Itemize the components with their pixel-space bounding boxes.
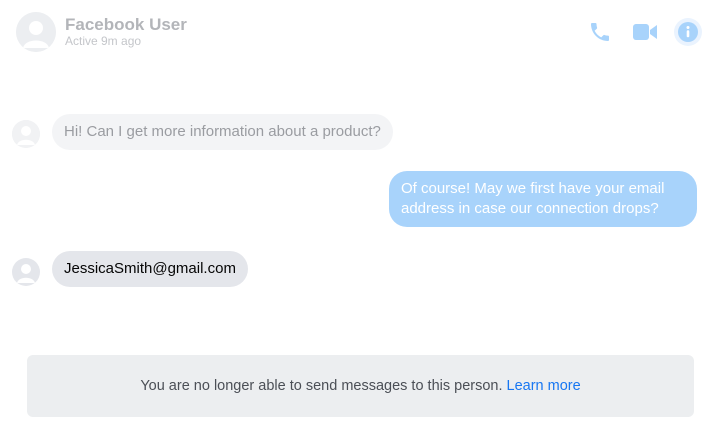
active-status: Active 9m ago <box>65 34 142 48</box>
learn-more-link[interactable]: Learn more <box>507 378 581 394</box>
notice-text: You are no longer able to send messages … <box>140 378 503 394</box>
info-icon[interactable] <box>674 18 702 46</box>
phone-icon[interactable] <box>586 18 614 46</box>
message-outgoing[interactable]: Of course! May we first have your email … <box>389 171 697 227</box>
contact-name[interactable]: Facebook User <box>65 15 187 35</box>
contact-avatar-small <box>12 258 40 286</box>
message-incoming-email[interactable]: JessicaSmith@gmail.com <box>52 251 248 287</box>
contact-avatar-small <box>12 120 40 148</box>
chat-header: Facebook User Active 9m ago <box>0 0 721 64</box>
messaging-unavailable-notice: You are no longer able to send messages … <box>27 355 694 417</box>
message-incoming[interactable]: Hi! Can I get more information about a p… <box>52 114 393 150</box>
video-camera-icon[interactable] <box>631 18 659 46</box>
contact-avatar[interactable] <box>16 12 56 52</box>
